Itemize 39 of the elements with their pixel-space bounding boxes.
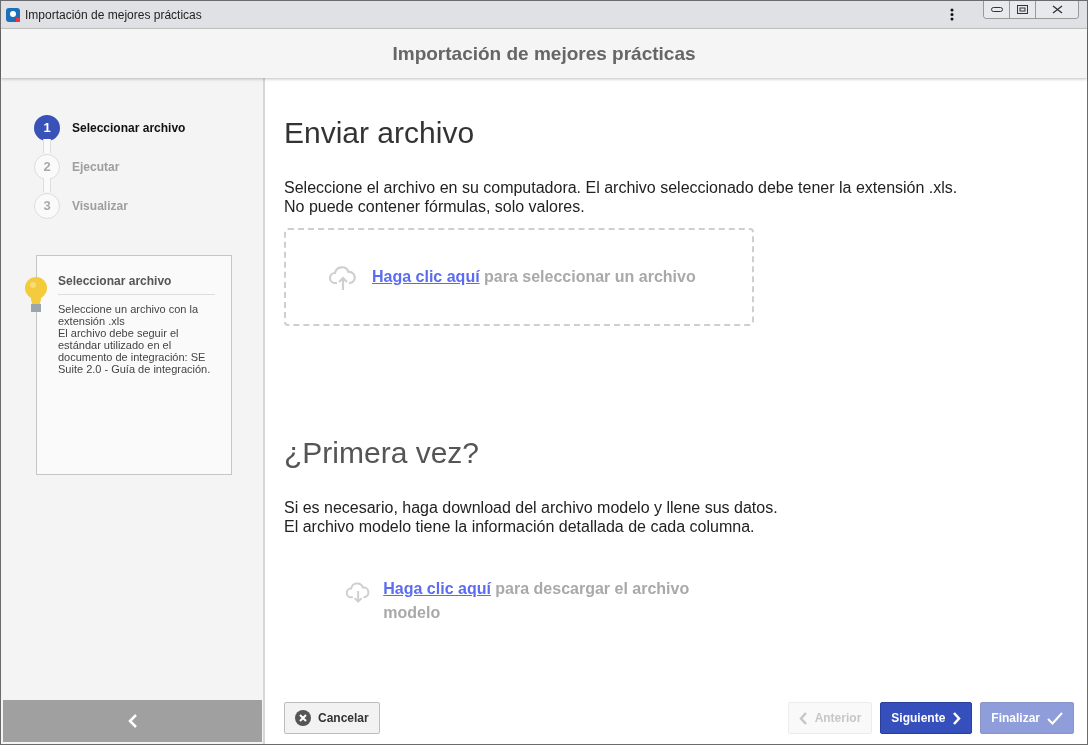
section-title: Enviar archivo (284, 116, 476, 150)
section-title: ¿Primera vez? (284, 436, 481, 470)
window-title: Importación de mejores prácticas (25, 7, 203, 22)
dialog-title: Importación de mejores prácticas (392, 42, 696, 65)
section-description: El archivo modelo tiene la información detallada de cada columna. (284, 517, 756, 536)
file-drop-zone[interactable]: Haga clic aquí para seleccionar un archivo (284, 228, 754, 326)
step-label[interactable]: Ejecutar (72, 159, 120, 174)
download-template-link[interactable]: Haga clic aquí (383, 580, 491, 597)
section-description: Seleccione el archivo en su computadora. El archivo seleccionado debe tener la extensión .xls. (284, 178, 959, 197)
select-file-link[interactable]: Haga clic aquí (372, 268, 480, 285)
step-connector (43, 139, 51, 153)
upload-prompt: Haga clic aquí para seleccionar un archivo (372, 267, 696, 287)
section-description: Si es necesario, haga download del archivo modelo y llene sus datos. (284, 498, 779, 517)
step-connector (43, 178, 51, 192)
step-number[interactable]: 2 (34, 153, 60, 180)
chevron-left-icon (798, 711, 808, 725)
step-label[interactable]: Seleccionar archivo (72, 120, 186, 135)
check-icon (1047, 711, 1063, 725)
step-label[interactable]: Visualizar (72, 198, 128, 213)
close-icon (295, 710, 311, 726)
tip-title: Seleccionar archivo (58, 274, 215, 295)
step-number[interactable]: 3 (34, 192, 60, 219)
minimize-button[interactable] (984, 1, 1009, 18)
maximize-icon (1017, 5, 1028, 14)
tip-text: El archivo debe seguir el estándar utilizado en el documento de integración: SE Suite 2.0 - Guía de integración. (58, 327, 212, 375)
step-number[interactable]: 1 (34, 114, 60, 141)
app-icon (6, 7, 20, 22)
more-options-icon[interactable] (950, 8, 954, 21)
maximize-button[interactable] (1009, 1, 1035, 18)
minimize-icon (990, 7, 1003, 12)
chevron-left-icon (127, 713, 138, 729)
chevron-right-icon (952, 711, 962, 725)
tip-text: Seleccione un archivo con la extensión .xls (58, 303, 200, 327)
section-description: No puede contener fórmulas, solo valores. (284, 197, 586, 216)
next-button[interactable]: Siguiente (880, 702, 973, 734)
download-prompt: Haga clic aquí para descargar el archivo modelo (383, 579, 691, 623)
cancel-button[interactable]: Cancelar (284, 702, 380, 734)
close-icon (1051, 5, 1063, 14)
close-button[interactable] (1035, 1, 1078, 18)
